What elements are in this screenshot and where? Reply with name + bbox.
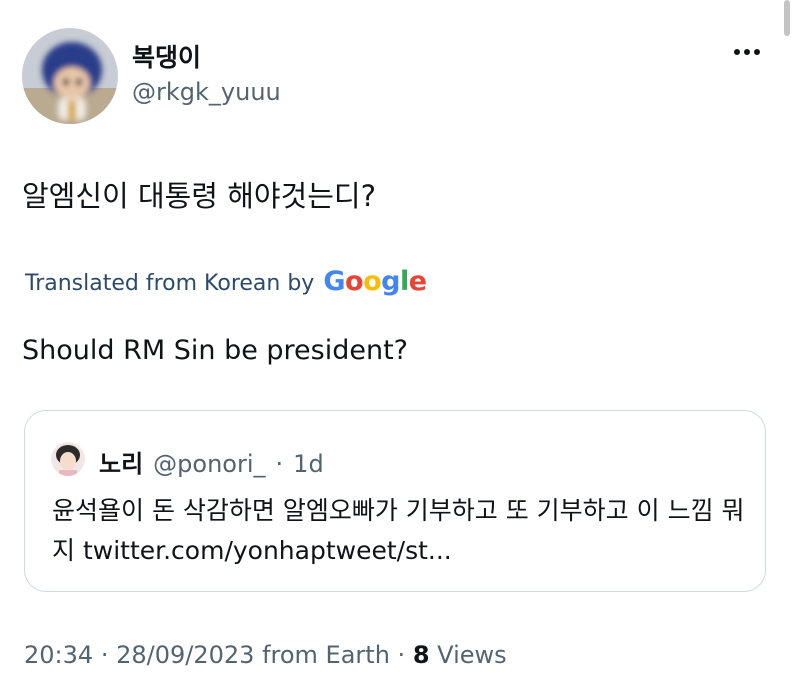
more-dot <box>754 49 760 55</box>
quoted-handle[interactable]: @ponori_ <box>153 450 265 478</box>
views-label[interactable]: Views <box>437 641 506 669</box>
meta-separator: · <box>397 641 406 669</box>
google-logo-letter: l <box>399 266 409 297</box>
google-logo-letter: o <box>363 266 382 297</box>
quoted-tweet-header: 노리 @ponori_ · 1d <box>99 444 324 479</box>
google-logo-letter: g <box>381 266 400 297</box>
quoted-time-ago: 1d <box>293 450 324 478</box>
more-dot <box>744 49 750 55</box>
more-dot <box>734 49 740 55</box>
quoted-tweet-card[interactable]: 노리 @ponori_ · 1d 윤석욜이 돈 삭감하면 알엠오빠가 기부하고 … <box>24 410 766 592</box>
translated-from-label: Translated from Korean by <box>25 271 315 296</box>
translation-attribution: Translated from Korean by Google <box>25 266 427 297</box>
tweet-meta-row: 20:34 · 28/09/2023 from Earth · 8 Views <box>24 641 507 669</box>
quoted-separator: · <box>275 450 284 478</box>
quoted-display-name[interactable]: 노리 <box>99 444 143 479</box>
author-handle[interactable]: @rkgk_yuuu <box>132 78 281 106</box>
google-logo-letter: e <box>408 266 427 297</box>
author-display-name[interactable]: 복댕이 <box>132 38 201 74</box>
google-logo: Google <box>323 266 427 297</box>
google-logo-letter: o <box>345 266 364 297</box>
quoted-author-avatar[interactable] <box>51 442 85 476</box>
meta-separator: · <box>100 641 109 669</box>
tweet-time[interactable]: 20:34 <box>24 641 93 669</box>
more-horizontal-icon[interactable] <box>734 42 760 62</box>
author-avatar[interactable] <box>22 28 118 124</box>
google-logo-letter: G <box>323 266 346 297</box>
scrollbar[interactable] <box>784 0 790 36</box>
tweet-source: from Earth <box>262 641 390 669</box>
tweet-text: 알엠신이 대통령 해야것는디? <box>22 179 376 213</box>
views-count[interactable]: 8 <box>413 641 430 669</box>
tweet-date[interactable]: 28/09/2023 <box>116 641 254 669</box>
quoted-tweet-text: 윤석욜이 돈 삭감하면 알엠오빠가 기부하고 또 기부하고 이 느낌 뭐지 tw… <box>52 496 745 565</box>
tweet-translation: Should RM Sin be president? <box>22 335 409 366</box>
